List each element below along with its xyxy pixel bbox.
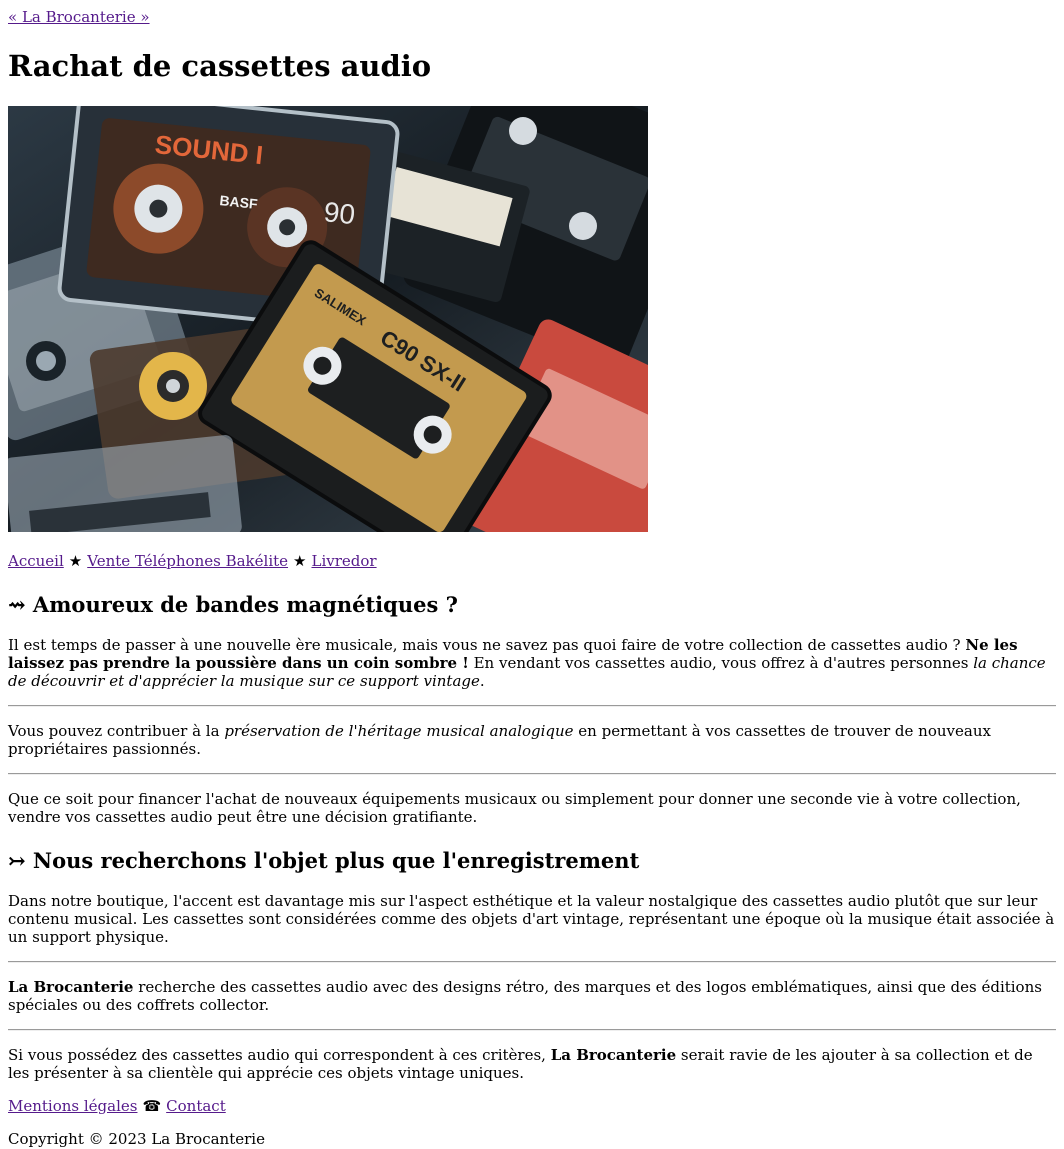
text: . <box>479 672 485 690</box>
arrow-icon: ↣ <box>8 848 26 873</box>
nav-link-accueil[interactable]: Accueil <box>8 552 64 570</box>
section-heading-amoureux: ⇝ Amoureux de bandes magnétiques ? <box>8 592 1056 618</box>
main-nav: Accueil ★ Vente Téléphones Bakélite ★ Livred… <box>8 552 1056 570</box>
copyright: Copyright © 2023 La Brocanterie <box>8 1130 265 1148</box>
paragraph-preservation: Vous pouvez contribuer à la préservation… <box>8 722 1056 758</box>
text: Si vous possédez des cassettes audio qui… <box>8 1046 551 1064</box>
star-icon: ★ <box>293 552 307 570</box>
text: Vous pouvez contribuer à la <box>8 722 225 740</box>
divider <box>8 1029 1056 1031</box>
paragraph-criteres: Si vous possédez des cassettes audio qui… <box>8 1046 1056 1082</box>
section-heading-recherche: ↣ Nous recherchons l'objet plus que l'en… <box>8 848 1056 874</box>
brand-name: La Brocanterie <box>550 1046 677 1064</box>
section-title: Amoureux de bandes magnétiques ? <box>32 592 458 617</box>
brand-name: La Brocanterie <box>8 978 134 996</box>
cassettes-photo: SOUND I BASF 90 SALIMEX C90 SX-II <box>8 106 648 532</box>
arrow-icon: ⇝ <box>8 592 26 617</box>
tape-label-90: 90 <box>322 196 356 230</box>
footer-links: Mentions légales ☎ Contact <box>8 1097 1056 1115</box>
nav-link-telephones[interactable]: Vente Téléphones Bakélite <box>87 552 288 570</box>
contact-link[interactable]: Contact <box>166 1097 226 1115</box>
text: En vendant vos cassettes audio, vous off… <box>468 654 974 672</box>
page: « La Brocanterie » Rachat de cassettes a… <box>0 0 1064 1148</box>
section-title: Nous recherchons l'objet plus que l'enre… <box>32 848 640 873</box>
breadcrumb-link[interactable]: « La Brocanterie » <box>8 8 1056 26</box>
paragraph-financer: Que ce soit pour financer l'achat de nou… <box>8 790 1021 826</box>
paragraph-intro: Il est temps de passer à une nouvelle èr… <box>8 636 1056 690</box>
text: recherche des cassettes audio avec des d… <box>8 978 1042 1014</box>
divider <box>8 961 1056 963</box>
divider <box>8 705 1056 707</box>
paragraph-boutique: Dans notre boutique, l'accent est davant… <box>8 892 1055 946</box>
mentions-legales-link[interactable]: Mentions légales <box>8 1097 137 1115</box>
paragraph-brocanterie: La Brocanterie recherche des cassettes a… <box>8 978 1056 1014</box>
phone-icon: ☎ <box>142 1097 162 1115</box>
nav-link-livredor[interactable]: Livredor <box>311 552 376 570</box>
divider <box>8 773 1056 775</box>
star-icon: ★ <box>68 552 83 570</box>
italic-text: préservation de l'héritage musical analo… <box>224 722 574 740</box>
page-title: Rachat de cassettes audio <box>8 49 432 83</box>
hero-image: SOUND I BASF 90 SALIMEX C90 SX-II <box>8 106 648 532</box>
text: Il est temps de passer à une nouvelle èr… <box>8 636 966 654</box>
